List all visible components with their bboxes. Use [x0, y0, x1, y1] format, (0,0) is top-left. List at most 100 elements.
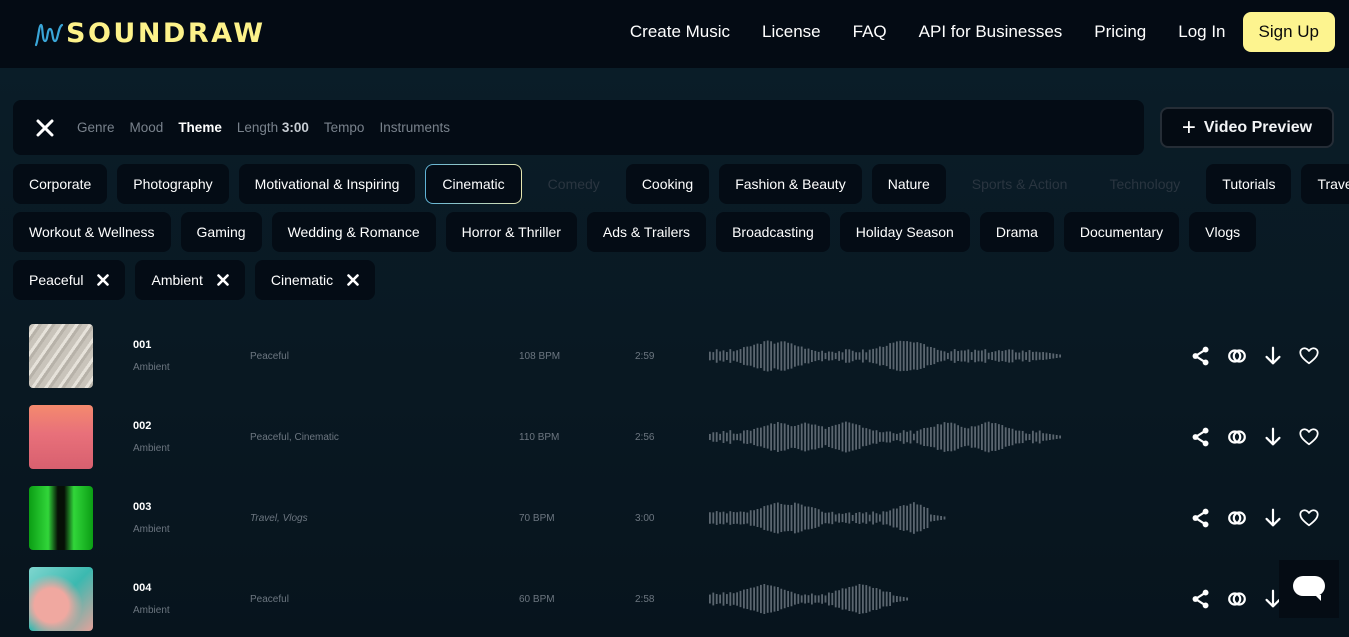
theme-chip-photography[interactable]: Photography: [117, 164, 229, 204]
link-rings-button[interactable]: [1225, 425, 1249, 449]
theme-chip-motivational-and-inspiring[interactable]: Motivational & Inspiring: [238, 164, 416, 204]
waveform-bar: [987, 352, 990, 360]
tab-instruments[interactable]: Instruments: [379, 120, 450, 135]
share-icon: [1192, 346, 1209, 366]
nav-api-for-businesses[interactable]: API for Businesses: [919, 22, 1063, 42]
theme-chip-gaming[interactable]: Gaming: [180, 212, 262, 252]
track-thumbnail[interactable]: [29, 486, 93, 550]
waveform-bar: [746, 430, 749, 444]
theme-chip-ads-and-trailers[interactable]: Ads & Trailers: [586, 212, 707, 252]
track-length: 3:00: [635, 513, 655, 524]
theme-chip-wedding-and-romance[interactable]: Wedding & Romance: [271, 212, 436, 252]
waveform-bar: [974, 426, 976, 448]
nav-faq[interactable]: FAQ: [853, 22, 887, 42]
share-button[interactable]: [1189, 344, 1213, 368]
theme-chip-cinematic[interactable]: Cinematic: [425, 164, 521, 204]
theme-chip-horror-and-thriller[interactable]: Horror & Thriller: [445, 212, 577, 252]
waveform-bar: [743, 347, 745, 365]
waveform-bar: [722, 592, 725, 606]
theme-chip-cooking[interactable]: Cooking: [625, 164, 710, 204]
link-rings-button[interactable]: [1225, 506, 1249, 530]
waveform-bar: [896, 508, 898, 528]
track-row[interactable]: 002 Ambient Peaceful, Cinematic 110 BPM 2:56: [13, 397, 1343, 478]
tab-mood[interactable]: Mood: [130, 120, 164, 135]
track-thumbnail[interactable]: [29, 324, 93, 388]
theme-chip-fashion-and-beauty[interactable]: Fashion & Beauty: [719, 164, 862, 204]
link-rings-button[interactable]: [1225, 587, 1249, 611]
remove-filter-icon[interactable]: [217, 274, 229, 286]
theme-chip-workout-and-wellness[interactable]: Workout & Wellness: [13, 212, 171, 252]
waveform-bar: [943, 351, 946, 361]
track-tags: Peaceful: [250, 351, 289, 362]
waveform-bar: [947, 422, 949, 452]
waveform-bar: [726, 513, 728, 523]
track-length: 2:58: [635, 594, 655, 605]
track-row[interactable]: 001 Ambient Peaceful 108 BPM 2:59: [13, 316, 1343, 397]
heart-button[interactable]: [1297, 506, 1321, 530]
download-button[interactable]: [1261, 344, 1285, 368]
waveform-bar: [1028, 433, 1031, 441]
nav-license[interactable]: License: [762, 22, 821, 42]
waveform-bar: [831, 511, 834, 525]
theme-chip-drama[interactable]: Drama: [979, 212, 1054, 252]
theme-chip-broadcasting[interactable]: Broadcasting: [716, 212, 830, 252]
waveform-bar: [780, 423, 783, 451]
track-waveform[interactable]: [709, 338, 1065, 374]
theme-chip-travel[interactable]: Travel: [1301, 164, 1349, 204]
chip-label: Travel: [1317, 176, 1349, 192]
waveform-bar: [773, 423, 776, 451]
chip-label: Cinematic: [270, 272, 334, 288]
chip-label: Holiday Season: [855, 224, 954, 240]
track-row[interactable]: 004 Ambient Peaceful 60 BPM 2:58: [13, 559, 1343, 637]
waveform-bar: [848, 422, 851, 452]
chip-label: Nature: [887, 176, 930, 192]
active-filter-ambient[interactable]: Ambient: [135, 260, 245, 300]
nav-create-music[interactable]: Create Music: [630, 22, 730, 42]
sign-up-button[interactable]: Sign Up: [1242, 12, 1335, 52]
heart-button[interactable]: [1297, 344, 1321, 368]
track-thumbnail[interactable]: [29, 405, 93, 469]
logo[interactable]: SOUNDRAW: [34, 18, 266, 49]
waveform-bar: [858, 425, 861, 449]
waveform-bar: [848, 587, 851, 611]
chip-label: Comedy: [547, 176, 600, 192]
waveform-bar: [981, 423, 983, 451]
tab-genre[interactable]: Genre: [77, 120, 115, 135]
theme-chip-tutorials[interactable]: Tutorials: [1206, 164, 1292, 204]
track-waveform[interactable]: [709, 581, 912, 617]
theme-chip-documentary[interactable]: Documentary: [1063, 212, 1180, 252]
active-filter-peaceful[interactable]: Peaceful: [13, 260, 126, 300]
chat-widget-button[interactable]: [1279, 560, 1339, 618]
waveform-bar: [892, 342, 895, 370]
track-waveform[interactable]: [709, 500, 948, 536]
track-row[interactable]: 003 Ambient Travel, Vlogs 70 BPM 3:00: [13, 478, 1343, 559]
theme-chip-holiday-season[interactable]: Holiday Season: [839, 212, 970, 252]
theme-chip-vlogs[interactable]: Vlogs: [1189, 212, 1257, 252]
link-rings-button[interactable]: [1225, 344, 1249, 368]
heart-button[interactable]: [1297, 425, 1321, 449]
share-button[interactable]: [1189, 506, 1213, 530]
track-thumbnail[interactable]: [29, 567, 93, 631]
tab-length[interactable]: Length 3:00: [237, 120, 309, 135]
waveform-bar: [953, 349, 956, 363]
tab-theme[interactable]: Theme: [178, 120, 222, 135]
theme-chip-corporate[interactable]: Corporate: [13, 164, 108, 204]
remove-filter-icon[interactable]: [97, 274, 110, 286]
nav-log-in[interactable]: Log In: [1178, 22, 1225, 42]
close-icon[interactable]: [35, 118, 55, 138]
link-rings-icon: [1228, 592, 1246, 606]
remove-filter-icon[interactable]: [347, 274, 359, 286]
share-button[interactable]: [1189, 425, 1213, 449]
waveform-bar: [872, 430, 874, 444]
tab-tempo[interactable]: Tempo: [324, 120, 365, 135]
download-icon: [1265, 427, 1281, 446]
download-button[interactable]: [1261, 425, 1285, 449]
track-waveform[interactable]: [709, 419, 1065, 455]
video-preview-button[interactable]: + Video Preview: [1160, 107, 1334, 148]
nav-pricing[interactable]: Pricing: [1094, 22, 1146, 42]
theme-chip-comedy: Comedy: [532, 164, 616, 204]
share-button[interactable]: [1189, 587, 1213, 611]
active-filter-cinematic[interactable]: Cinematic: [254, 260, 376, 300]
theme-chip-nature[interactable]: Nature: [871, 164, 946, 204]
download-button[interactable]: [1261, 506, 1285, 530]
